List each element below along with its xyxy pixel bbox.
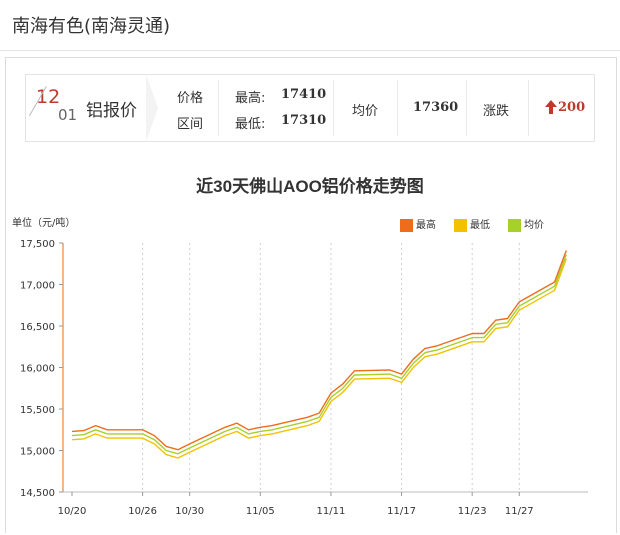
x-tick-label: 11/23 [458, 506, 487, 517]
y-tick-label: 16,000 [20, 364, 55, 375]
x-tick-label: 11/27 [505, 506, 534, 517]
series-line-1 [71, 258, 567, 459]
x-tick-label: 11/11 [317, 506, 346, 517]
y-tick-label: 16,500 [20, 322, 55, 333]
y-tick-label: 15,000 [20, 447, 55, 458]
series-line-0 [71, 250, 567, 451]
series-line-2 [71, 254, 567, 455]
y-tick-label: 17,000 [20, 281, 55, 292]
x-tick-label: 10/20 [58, 506, 87, 517]
x-tick-label: 11/17 [387, 506, 416, 517]
y-tick-label: 14,500 [20, 488, 55, 499]
y-tick-label: 17,500 [20, 239, 55, 250]
price-trend-chart: 14,500 15,000 15,500 16,000 16,500 17,000 17,5… [20, 239, 588, 517]
x-tick-label: 11/05 [246, 506, 275, 517]
y-tick-label: 15,500 [20, 405, 55, 416]
x-tick-label: 10/26 [128, 506, 157, 517]
x-tick-label: 10/30 [175, 506, 204, 517]
